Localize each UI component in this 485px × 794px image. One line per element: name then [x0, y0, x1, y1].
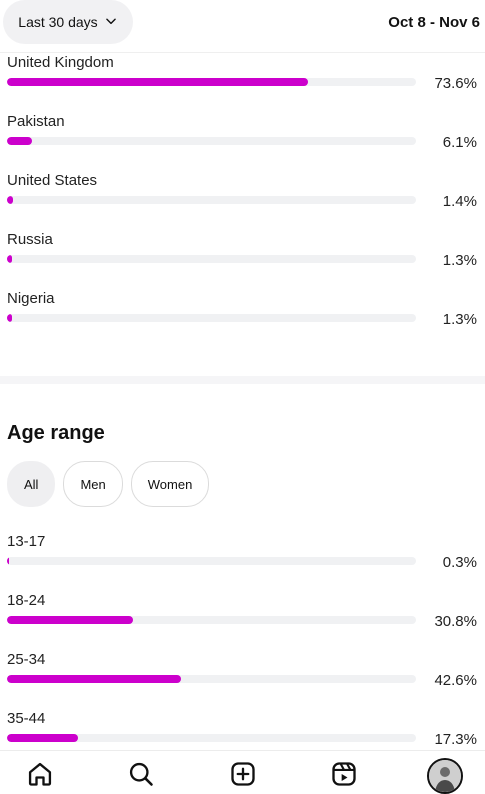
age-filter-tabs: All Men Women	[7, 461, 210, 507]
country-row: Nigeria 1.3%	[0, 290, 485, 349]
search-icon[interactable]	[126, 759, 156, 789]
percent-value: 1.3%	[442, 311, 477, 328]
filter-all[interactable]: All	[7, 461, 56, 507]
percent-value: 17.3%	[434, 731, 477, 748]
date-range-dropdown[interactable]: Last 30 days	[3, 0, 133, 44]
bar-track	[7, 557, 416, 565]
age-label: 35-44	[7, 710, 46, 727]
age-label: 18-24	[7, 592, 46, 609]
chevron-down-icon	[104, 14, 118, 31]
country-row: United Kingdom 73.6%	[0, 54, 485, 113]
bar-fill	[7, 78, 309, 86]
section-divider	[0, 376, 485, 384]
bar-track	[7, 137, 416, 145]
age-range-title: Age range	[7, 422, 105, 444]
percent-value: 0.3%	[442, 554, 477, 571]
percent-value: 1.4%	[442, 193, 477, 210]
bar-track	[7, 78, 416, 86]
bar-fill	[7, 616, 133, 624]
bar-track	[7, 314, 416, 322]
age-label: 25-34	[7, 651, 46, 668]
bar-fill	[7, 137, 32, 145]
filter-men[interactable]: Men	[63, 461, 123, 507]
age-row: 25-34 42.6%	[0, 651, 485, 710]
range-label: Last 30 days	[18, 14, 98, 30]
country-label: Russia	[7, 231, 53, 248]
age-row: 13-17 0.3%	[0, 533, 485, 592]
percent-value: 1.3%	[442, 252, 477, 269]
profile-avatar[interactable]	[427, 758, 463, 794]
bar-fill	[7, 734, 78, 742]
country-label: United States	[7, 172, 98, 189]
percent-value: 73.6%	[434, 75, 477, 92]
percent-value: 6.1%	[442, 134, 477, 151]
home-icon[interactable]	[25, 759, 55, 789]
bar-track	[7, 734, 416, 742]
bar-track	[7, 255, 416, 263]
bar-track	[7, 616, 416, 624]
country-row: Russia 1.3%	[0, 231, 485, 290]
age-label: 13-17	[7, 533, 46, 550]
bar-fill	[7, 557, 10, 565]
bar-track	[7, 196, 416, 204]
create-icon[interactable]	[228, 759, 258, 789]
country-row: Pakistan 6.1%	[0, 113, 485, 172]
bar-fill	[7, 314, 13, 322]
filter-women[interactable]: Women	[130, 461, 210, 507]
country-row: United States 1.4%	[0, 172, 485, 231]
country-label: United Kingdom	[7, 54, 114, 71]
bottom-nav	[0, 750, 485, 794]
bar-fill	[7, 255, 13, 263]
top-bar: Last 30 days Oct 8 - Nov 6	[0, 0, 485, 53]
percent-value: 30.8%	[434, 613, 477, 630]
country-label: Nigeria	[7, 290, 55, 307]
bar-fill	[7, 675, 182, 683]
reels-icon[interactable]	[329, 759, 359, 789]
date-range-text: Oct 8 - Nov 6	[388, 14, 480, 31]
country-label: Pakistan	[7, 113, 65, 130]
bar-track	[7, 675, 416, 683]
bar-fill	[7, 196, 13, 204]
age-row: 18-24 30.8%	[0, 592, 485, 651]
percent-value: 42.6%	[434, 672, 477, 689]
